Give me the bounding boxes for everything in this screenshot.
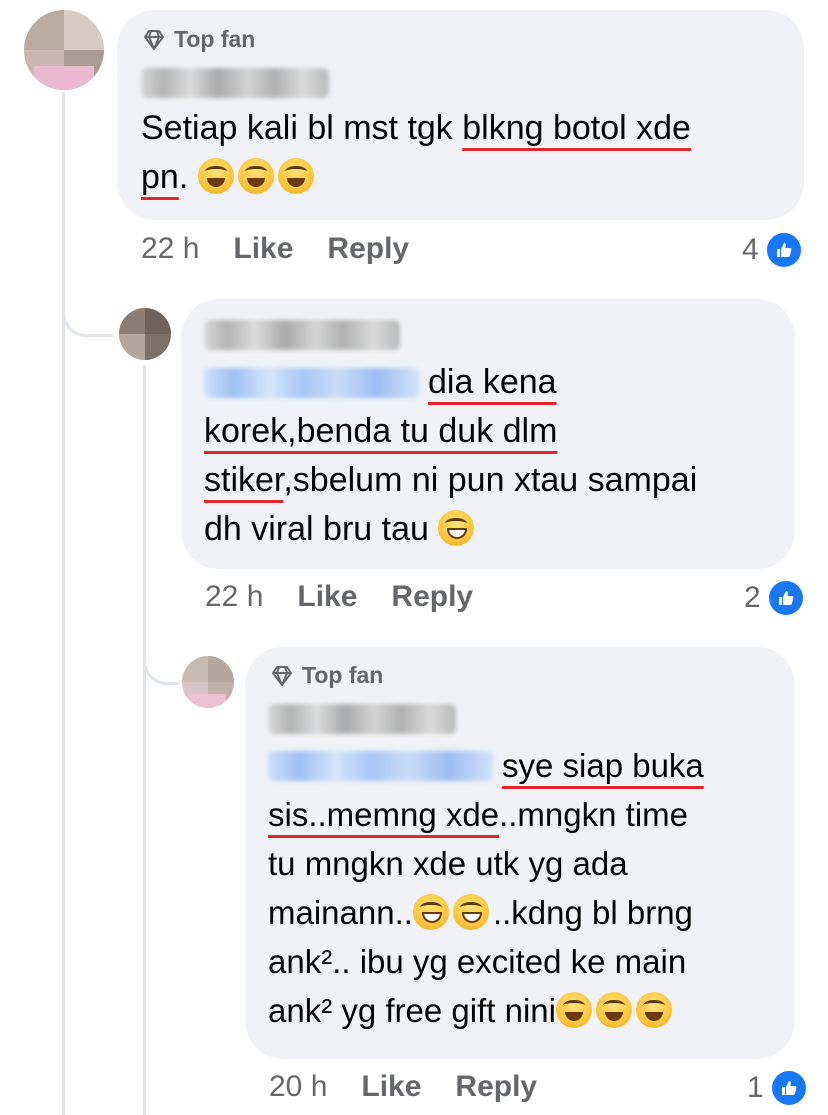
like-button[interactable]: Like xyxy=(361,1070,421,1104)
reaction-summary[interactable]: 2 xyxy=(744,579,805,617)
diamond-icon xyxy=(142,29,166,51)
reply-button[interactable]: Reply xyxy=(391,580,473,614)
comment-meta: 22 h Like Reply xyxy=(141,232,409,266)
laughing-emoji-icon xyxy=(635,992,672,1028)
thread-connector-reply-2 xyxy=(143,640,180,685)
avatar[interactable] xyxy=(24,10,104,90)
reaction-count: 4 xyxy=(742,233,759,266)
diamond-icon xyxy=(270,665,294,687)
laughing-emoji-icon xyxy=(197,158,234,194)
thread-connector-reply-1 xyxy=(62,292,113,337)
thumbs-up-icon xyxy=(766,579,805,617)
timestamp[interactable]: 20 h xyxy=(269,1070,327,1104)
avatar[interactable] xyxy=(182,656,234,708)
reply-button[interactable]: Reply xyxy=(455,1070,537,1104)
reaction-count: 1 xyxy=(747,1071,764,1104)
comment-meta: 20 h Like Reply xyxy=(269,1070,537,1104)
reaction-summary[interactable]: 4 xyxy=(742,231,803,269)
thread-line-main xyxy=(62,92,65,1115)
grin-emoji-icon xyxy=(452,894,489,930)
reaction-count: 2 xyxy=(744,581,761,614)
top-fan-badge: Top fan xyxy=(142,26,255,53)
comment-meta: 22 h Like Reply xyxy=(205,580,473,614)
laughing-emoji-icon xyxy=(277,158,314,194)
author-name-blurred[interactable] xyxy=(141,68,329,98)
top-fan-badge: Top fan xyxy=(270,662,383,689)
thread-line-reply xyxy=(143,365,146,1115)
badge-label: Top fan xyxy=(174,26,256,52)
author-name-blurred[interactable] xyxy=(204,320,400,350)
like-button[interactable]: Like xyxy=(297,580,357,614)
author-name-blurred[interactable] xyxy=(268,704,456,734)
grin-emoji-icon xyxy=(412,894,449,930)
comment-text: sye siap buka sis..memng xde..mngkn time… xyxy=(268,747,704,1029)
timestamp[interactable]: 22 h xyxy=(205,580,263,614)
thumbs-up-icon xyxy=(764,231,803,269)
reply-button[interactable]: Reply xyxy=(327,232,409,266)
timestamp[interactable]: 22 h xyxy=(141,232,199,266)
reaction-summary[interactable]: 1 xyxy=(747,1069,808,1107)
like-button[interactable]: Like xyxy=(233,232,293,266)
comment-text: dia kena korek,benda tu duk dlm stiker,s… xyxy=(204,363,698,548)
laughing-emoji-icon xyxy=(595,992,632,1028)
laughing-emoji-icon xyxy=(555,992,592,1028)
comment-text: Setiap kali bl mst tgk blkng botol xde p… xyxy=(141,109,691,196)
avatar[interactable] xyxy=(119,308,171,360)
laughing-emoji-icon xyxy=(237,158,274,194)
badge-label: Top fan xyxy=(302,662,384,688)
thumbs-up-icon xyxy=(769,1069,808,1107)
joy-emoji-icon xyxy=(438,510,475,546)
